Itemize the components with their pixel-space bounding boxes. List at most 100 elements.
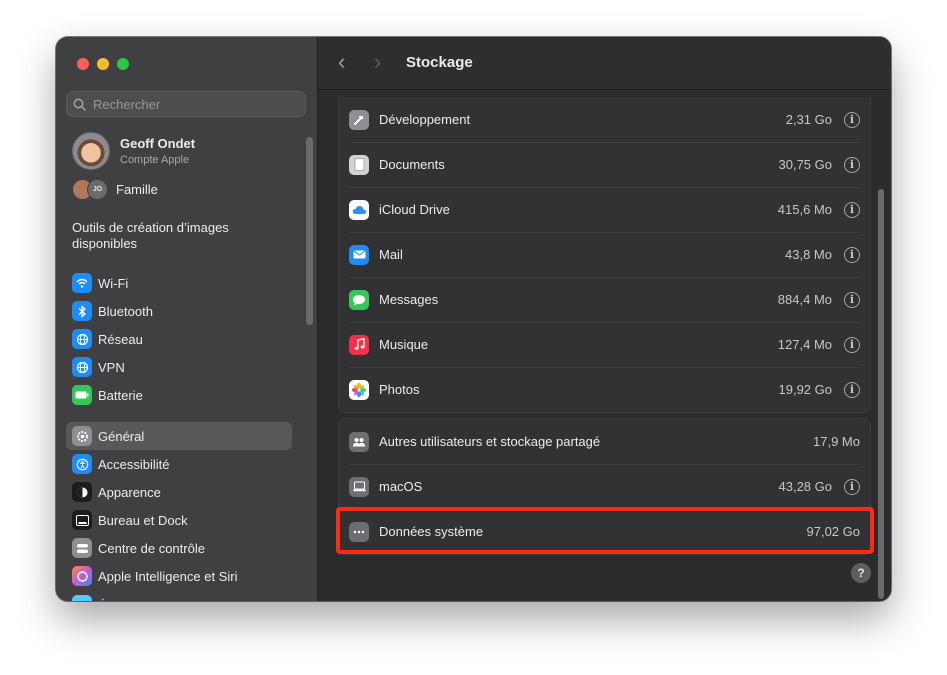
sidebar-item-control-center[interactable]: Centre de contrôle (66, 534, 292, 562)
settings-window: Geoff Ondet Compte Apple JO Famille Outi… (56, 37, 891, 601)
sidebar-item-label: Wi-Fi (98, 275, 129, 291)
storage-row-size: 17,9 Mo (813, 434, 860, 449)
sidebar-item-accessibility[interactable]: Accessibilité (66, 450, 292, 478)
sidebar-item-label: Batterie (98, 387, 143, 403)
search-field[interactable] (66, 91, 306, 117)
info-button[interactable]: i (844, 156, 860, 173)
sidebar-item-label: Accessibilité (98, 456, 170, 472)
storage-row-label: Autres utilisateurs et stockage partagé (379, 434, 601, 449)
sidebar: Geoff Ondet Compte Apple JO Famille Outi… (56, 37, 318, 601)
siri-icon (72, 566, 92, 586)
storage-row-size: 2,31 Go (785, 112, 832, 127)
page-title: Stockage (406, 54, 473, 71)
storage-row[interactable]: Documents 30,75 Go i (339, 142, 870, 187)
info-button[interactable]: i (844, 111, 860, 128)
zoom-button[interactable] (117, 58, 129, 70)
icloud-icon (349, 199, 369, 220)
sidebar-item-label: Apple Intelligence et Siri (98, 568, 238, 584)
storage-row[interactable]: iCloud Drive 415,6 Mo i (339, 187, 870, 232)
sidebar-item-battery[interactable]: Batterie (66, 381, 292, 409)
storage-row[interactable]: Messages 884,4 Mo i (339, 277, 870, 322)
sidebar-item-wifi[interactable]: Wi-Fi (66, 269, 292, 297)
system-section: Général Accessibilité Apparence Bureau e… (66, 422, 292, 590)
hammer-icon (349, 109, 369, 130)
toolbar: ‹ › Stockage (318, 37, 891, 90)
family-avatar-initials: JO (87, 179, 108, 200)
storage-row-size: 415,6 Mo (777, 202, 832, 217)
image-tools-notice[interactable]: Outils de création d’images disponibles (72, 220, 272, 252)
vpn-globe-icon (72, 357, 92, 377)
family-avatars: JO (72, 179, 108, 200)
storage-row-label: Documents (379, 157, 445, 172)
sidebar-scrollbar[interactable] (306, 137, 313, 325)
account-subtitle: Compte Apple (120, 154, 190, 166)
info-button[interactable]: i (844, 381, 860, 398)
bluetooth-icon (72, 301, 92, 321)
messages-icon (349, 289, 369, 310)
apps-storage-group: Développement 2,31 Go i Documents 30,75 … (338, 97, 871, 413)
info-button[interactable]: i (844, 201, 860, 218)
sidebar-item-apple-intelligence-siri[interactable]: Apple Intelligence et Siri (66, 562, 292, 590)
storage-row-label: Mail (379, 247, 403, 262)
mail-icon (349, 244, 369, 265)
storage-row-size: 127,4 Mo (777, 337, 832, 352)
main-scrollbar[interactable] (878, 189, 884, 599)
window-controls (77, 58, 129, 70)
family-label: Famille (116, 181, 158, 197)
network-section: Wi-Fi Bluetooth Réseau VPN Batterie (66, 269, 292, 409)
info-button[interactable]: i (844, 336, 860, 353)
storage-row[interactable]: Développement 2,31 Go i (339, 97, 870, 142)
sidebar-item-network[interactable]: Réseau (66, 325, 292, 353)
minimize-button[interactable] (97, 58, 109, 70)
sidebar-item-label: Général (98, 428, 145, 444)
info-button[interactable]: i (844, 246, 860, 263)
sidebar-item-label: Bureau et Dock (98, 512, 188, 528)
sidebar-item-label: Apparence (98, 484, 161, 500)
sidebar-item-vpn[interactable]: VPN (66, 353, 292, 381)
sidebar-item-appearance[interactable]: Apparence (66, 478, 292, 506)
main-pane: ‹ › Stockage Développement 2,31 Go i Doc… (318, 37, 891, 601)
sidebar-item-label: Réseau (98, 331, 143, 347)
sidebar-item-general[interactable]: Général (66, 422, 292, 450)
sidebar-item-label: VPN (98, 359, 125, 375)
forward-button[interactable]: › (374, 51, 392, 73)
battery-icon (72, 385, 92, 405)
storage-row[interactable]: macOS 43,28 Go i (339, 464, 870, 509)
storage-row-size: 43,28 Go (778, 479, 833, 494)
search-icon (73, 98, 86, 111)
storage-row-label: Messages (379, 292, 439, 307)
laptop-icon (349, 476, 369, 497)
highlight-box (336, 507, 874, 554)
storage-row[interactable]: Photos 19,92 Go i (339, 367, 870, 412)
info-button[interactable]: i (844, 291, 860, 308)
sidebar-item-label: Bluetooth (98, 303, 153, 319)
sidebar-item-label: É (98, 598, 107, 602)
back-button[interactable]: ‹ (338, 51, 356, 73)
globe-icon (72, 329, 92, 349)
sidebar-item-bluetooth[interactable]: Bluetooth (66, 297, 292, 325)
apple-account[interactable]: Geoff Ondet Compte Apple (72, 132, 195, 170)
account-name: Geoff Ondet (120, 136, 196, 151)
storage-row-label: Développement (379, 112, 471, 127)
accessibility-icon (72, 454, 92, 474)
screen-time-icon (72, 595, 92, 601)
storage-row[interactable]: Mail 43,8 Mo i (339, 232, 870, 277)
storage-row-label: macOS (379, 479, 423, 494)
storage-row-size: 19,92 Go (778, 382, 833, 397)
storage-row[interactable]: Autres utilisateurs et stockage partagé … (339, 419, 870, 464)
info-button[interactable]: i (844, 478, 860, 495)
sidebar-item-partially-visible[interactable]: É (72, 595, 107, 601)
sidebar-item-desktop-dock[interactable]: Bureau et Dock (66, 506, 292, 534)
close-button[interactable] (77, 58, 89, 70)
help-button[interactable]: ? (851, 563, 871, 583)
storage-row-label: Musique (379, 337, 429, 352)
storage-row-size: 884,4 Mo (777, 292, 832, 307)
storage-row-size: 30,75 Go (778, 157, 833, 172)
family-item[interactable]: JO Famille (72, 179, 158, 200)
storage-row-label: Photos (379, 382, 420, 397)
control-center-icon (72, 538, 92, 558)
search-input[interactable] (91, 95, 295, 113)
storage-row[interactable]: Musique 127,4 Mo i (339, 322, 870, 367)
storage-row-size: 43,8 Mo (785, 247, 832, 262)
dock-icon (72, 510, 92, 530)
